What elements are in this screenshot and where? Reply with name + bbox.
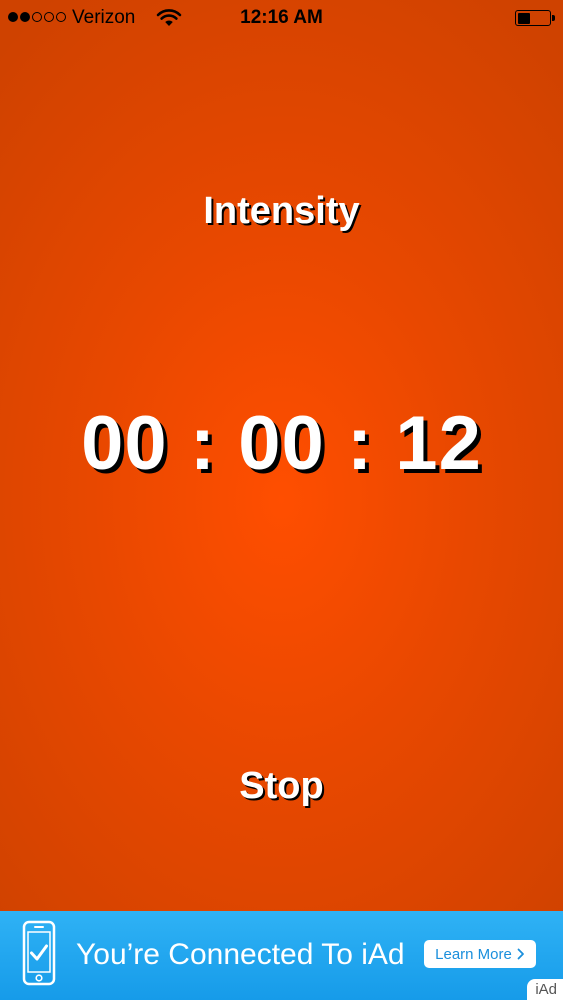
status-time: 12:16 AM [240,7,323,28]
iad-banner[interactable]: You’re Connected To iAd Learn More iAd [0,911,563,1000]
learn-more-button[interactable]: Learn More [424,940,536,968]
iad-tag: iAd [527,979,563,1000]
page-title: Intensity [203,190,360,232]
chevron-right-icon [517,948,524,960]
elapsed-timer: 00 : 00 : 12 [81,401,482,486]
app-screen: Verizon 12:16 AM Intensity 00 : 00 : 12 … [0,0,563,1000]
status-bar: Verizon 12:16 AM [0,0,563,38]
phone-check-icon [22,920,56,986]
battery-level-fill [517,12,530,24]
battery-icon [515,10,555,26]
stop-button[interactable]: Stop [180,758,383,814]
ad-message: You’re Connected To iAd [76,938,405,971]
learn-more-label: Learn More [435,945,512,963]
